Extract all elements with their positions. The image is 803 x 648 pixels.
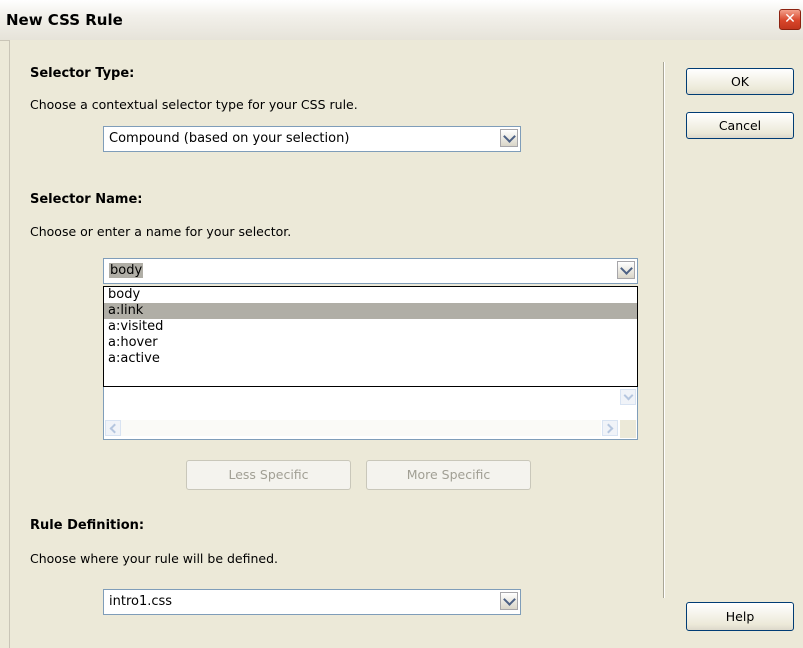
list-item[interactable]: a:hover <box>104 335 637 351</box>
ok-button[interactable]: OK <box>686 68 794 95</box>
rule-definition-heading: Rule Definition: <box>30 518 145 533</box>
selector-preview-box <box>103 387 638 440</box>
selector-name-dropdown-list: body a:link a:visited a:hover a:active <box>103 286 638 387</box>
scroll-corner <box>620 420 636 438</box>
selector-type-description: Choose a contextual selector type for yo… <box>30 97 358 112</box>
window-title: New CSS Rule <box>6 11 123 29</box>
selector-name-input[interactable]: body <box>109 263 144 278</box>
help-button[interactable]: Help <box>686 602 794 631</box>
horizontal-scrollbar[interactable] <box>121 420 601 436</box>
close-button[interactable]: ✕ <box>779 9 801 30</box>
rule-definition-select[interactable]: intro1.css <box>103 589 521 615</box>
less-specific-button[interactable]: Less Specific <box>186 460 351 490</box>
scroll-right-icon[interactable] <box>602 420 618 436</box>
selector-name-heading: Selector Name: <box>30 192 143 207</box>
rule-definition-description: Choose where your rule will be defined. <box>30 551 278 566</box>
cancel-button[interactable]: Cancel <box>686 112 794 139</box>
chevron-down-icon[interactable] <box>500 129 518 147</box>
title-bar: New CSS Rule ✕ <box>0 0 803 41</box>
rule-definition-value: intro1.css <box>109 594 173 609</box>
list-item[interactable]: a:link <box>104 303 637 319</box>
scroll-down-icon[interactable] <box>620 389 636 405</box>
vertical-divider <box>663 62 665 598</box>
selector-name-description: Choose or enter a name for your selector… <box>30 224 292 239</box>
list-item[interactable]: a:active <box>104 351 637 367</box>
list-item[interactable]: body <box>104 287 637 303</box>
selector-type-select[interactable]: Compound (based on your selection) <box>103 126 521 152</box>
list-item[interactable]: a:visited <box>104 319 637 335</box>
close-icon: ✕ <box>784 11 796 27</box>
chevron-down-icon[interactable] <box>500 592 518 610</box>
selector-type-heading: Selector Type: <box>30 66 135 81</box>
scroll-left-icon[interactable] <box>105 420 121 436</box>
more-specific-button[interactable]: More Specific <box>366 460 531 490</box>
selector-type-value: Compound (based on your selection) <box>109 131 350 146</box>
selector-name-combobox[interactable]: body <box>103 258 638 284</box>
chevron-down-icon[interactable] <box>617 261 635 279</box>
